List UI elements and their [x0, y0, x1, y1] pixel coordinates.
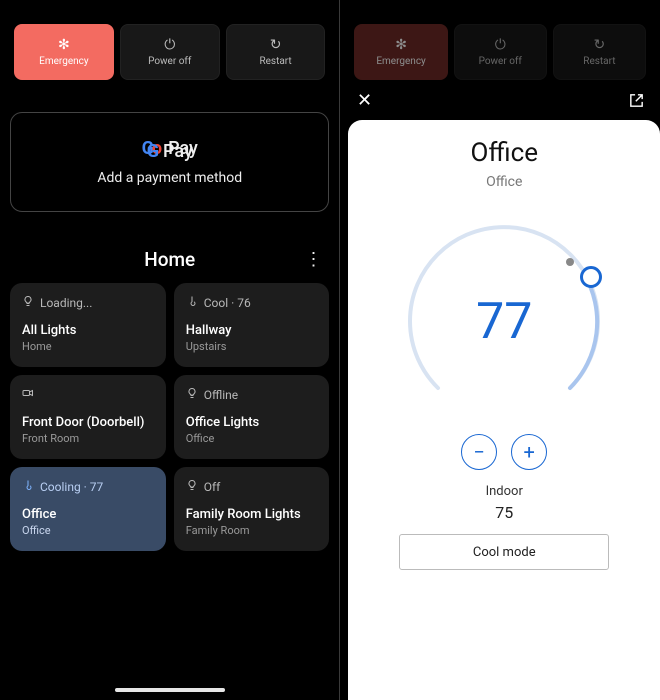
thermostat-dial[interactable]: 77 — [394, 212, 614, 432]
left-phone: ✻ Emergency ⏻ Power off ↻ Restart Google… — [0, 0, 339, 700]
power-menu-row: ✻ Emergency ⏻ Power off ↻ Restart — [0, 0, 339, 90]
mode-button[interactable]: Cool mode — [399, 534, 609, 570]
gpay-logo-real: G Pay — [147, 141, 193, 162]
gpay-subtitle: Add a payment method — [97, 170, 242, 186]
increase-temp-button[interactable]: + — [511, 434, 547, 470]
dual-phone-canvas: ✻ Emergency ⏻ Power off ↻ Restart Google… — [0, 0, 660, 700]
emergency-label: Emergency — [376, 56, 425, 67]
tile-name: Front Door (Doorbell) — [22, 415, 154, 430]
power-off-label: Power off — [148, 56, 191, 67]
home-title: Home — [36, 248, 303, 271]
sheet-overlay-bar: ✕ — [340, 90, 660, 110]
tile-all-lights[interactable]: Loading... All Lights Home — [10, 283, 166, 367]
tile-room: Office — [22, 524, 154, 537]
thermostat-sheet: Office Office 77 − + Indoor 75 Cool — [348, 120, 660, 700]
device-tiles-grid: Loading... All Lights Home Cool · 76 Hal… — [0, 283, 339, 551]
close-icon[interactable]: ✕ — [354, 90, 374, 110]
restart-icon: ↻ — [270, 38, 282, 52]
emergency-label: Emergency — [39, 56, 88, 67]
tile-room: Family Room — [186, 524, 318, 537]
bulb-icon — [22, 295, 34, 311]
restart-icon: ↻ — [594, 38, 606, 52]
sheet-title: Office — [471, 138, 538, 168]
tile-status: Off — [204, 480, 221, 494]
tile-name: Family Room Lights — [186, 507, 318, 522]
set-temperature: 77 — [394, 212, 614, 432]
power-off-button-dim: ⏻ Power off — [454, 24, 547, 80]
power-off-button[interactable]: ⏻ Power off — [120, 24, 220, 80]
tile-family-room-lights[interactable]: Off Family Room Lights Family Room — [174, 467, 330, 551]
tile-status: Cool · 76 — [204, 296, 251, 310]
sheet-subtitle: Office — [486, 174, 522, 190]
tile-office-lights[interactable]: Offline Office Lights Office — [174, 375, 330, 459]
tile-name: Office Lights — [186, 415, 318, 430]
gpay-card[interactable]: Google G Pay G Pay Add a payment method — [10, 112, 329, 212]
power-icon: ⏻ — [164, 38, 175, 52]
restart-button-dim: ↻ Restart — [553, 24, 646, 80]
gesture-bar[interactable] — [115, 688, 225, 692]
power-menu-row-dimmed: ✻ Emergency ⏻ Power off ↻ Restart — [340, 0, 660, 90]
restart-button[interactable]: ↻ Restart — [226, 24, 326, 80]
tile-room: Office — [186, 432, 318, 445]
indoor-value: 75 — [495, 503, 513, 522]
power-off-label: Power off — [479, 56, 522, 67]
tile-status: Loading... — [40, 296, 92, 310]
tile-room: Front Room — [22, 432, 154, 445]
decrease-temp-button[interactable]: − — [461, 434, 497, 470]
camera-icon — [22, 387, 34, 403]
emergency-button[interactable]: ✻ Emergency — [14, 24, 114, 80]
bulb-icon — [186, 387, 198, 403]
temp-adjust-row: − + — [461, 434, 547, 470]
home-header: Home ⋮ — [16, 248, 323, 271]
tile-hallway[interactable]: Cool · 76 Hallway Upstairs — [174, 283, 330, 367]
bulb-icon — [186, 479, 198, 495]
asterisk-icon: ✻ — [395, 38, 407, 52]
open-external-icon[interactable] — [626, 90, 646, 110]
tile-office-thermostat[interactable]: Cooling · 77 Office Office — [10, 467, 166, 551]
tile-status: Cooling · 77 — [40, 480, 103, 494]
indoor-label: Indoor — [486, 484, 523, 499]
power-icon: ⏻ — [495, 38, 506, 52]
tile-status: Offline — [204, 388, 238, 402]
thermostat-icon — [22, 479, 34, 495]
tile-room: Home — [22, 340, 154, 353]
mode-label: Cool mode — [473, 545, 536, 560]
tile-front-door[interactable]: Front Door (Doorbell) Front Room — [10, 375, 166, 459]
restart-label: Restart — [259, 56, 291, 67]
right-phone: ✻ Emergency ⏻ Power off ↻ Restart ✕ Offi… — [340, 0, 660, 700]
asterisk-icon: ✻ — [58, 38, 70, 52]
restart-label: Restart — [583, 56, 615, 67]
tile-name: Office — [22, 507, 154, 522]
tile-name: All Lights — [22, 323, 154, 338]
thermostat-icon — [186, 295, 198, 311]
tile-name: Hallway — [186, 323, 318, 338]
overflow-menu-icon[interactable]: ⋮ — [303, 249, 323, 270]
tile-room: Upstairs — [186, 340, 318, 353]
emergency-button-dim: ✻ Emergency — [354, 24, 447, 80]
